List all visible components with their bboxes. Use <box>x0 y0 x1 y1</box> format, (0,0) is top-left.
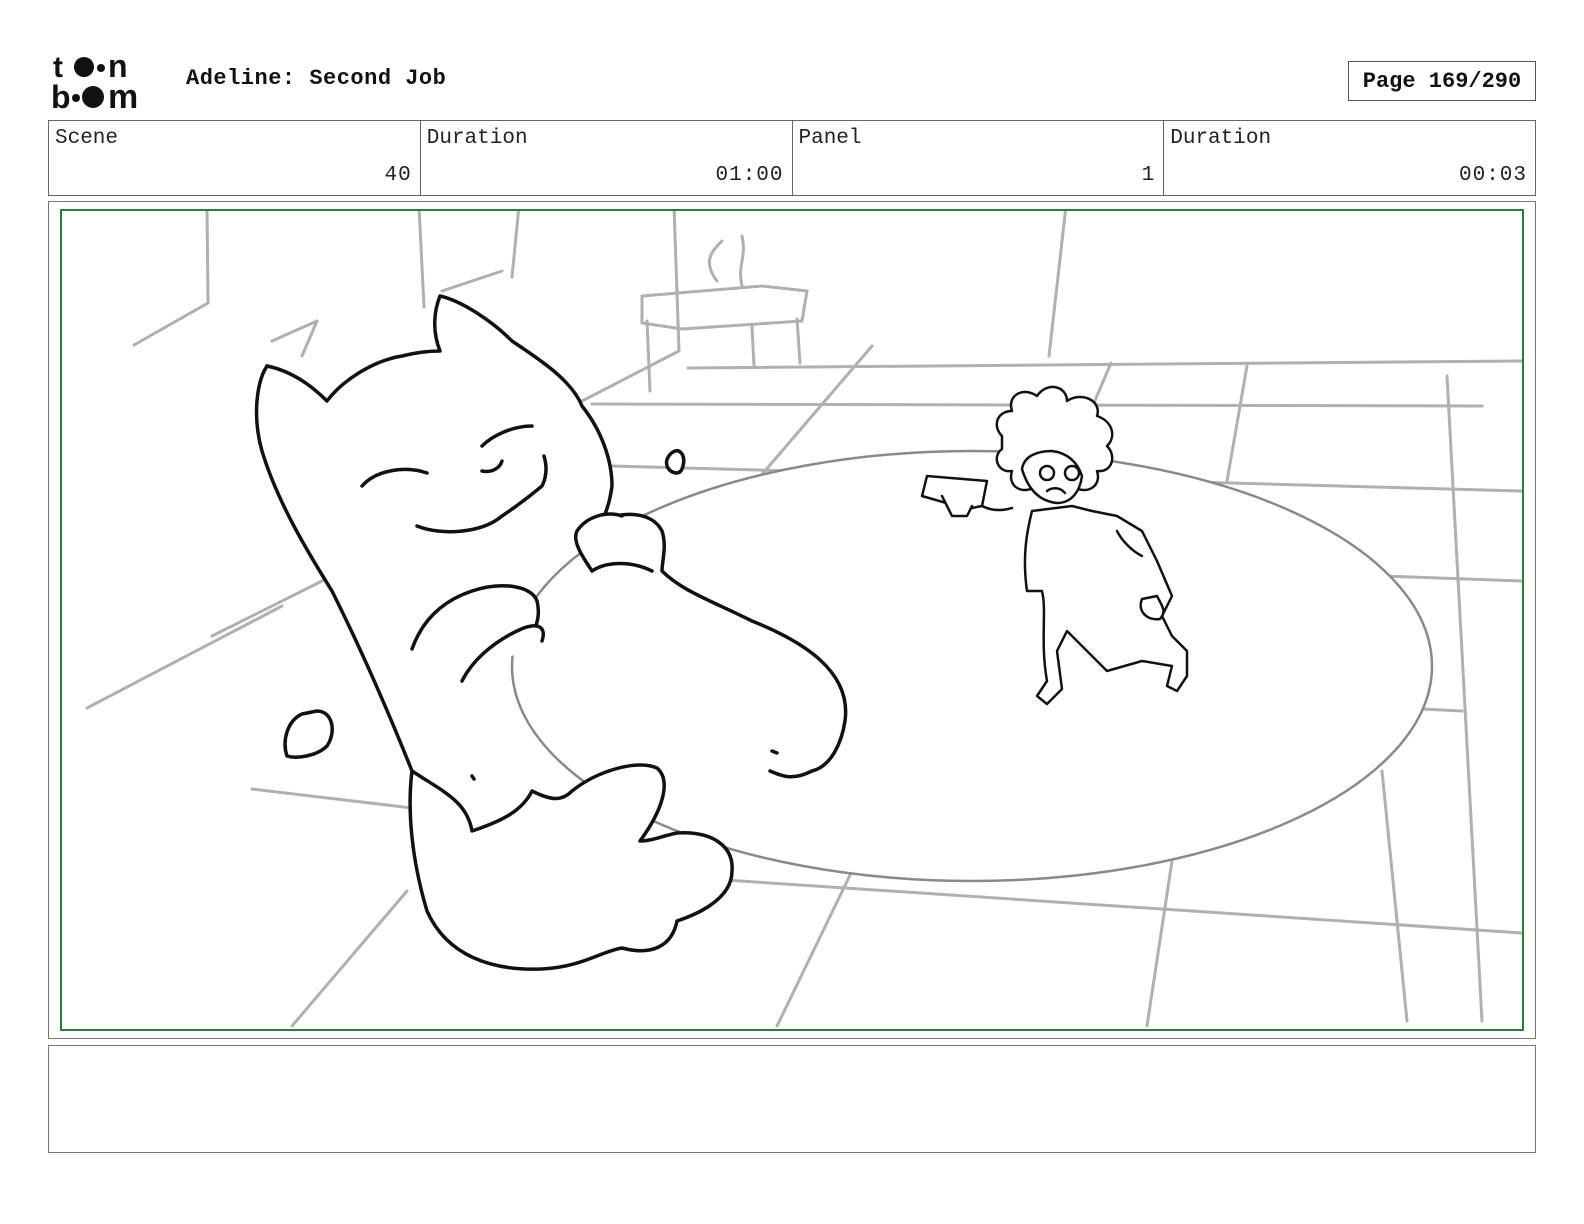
panel-value: 1 <box>1141 164 1156 187</box>
panel-sketch <box>85 211 1522 1028</box>
scene-value: 40 <box>384 164 412 187</box>
panel-duration-value: 00:03 <box>1458 164 1527 187</box>
scene-duration-value: 01:00 <box>715 164 784 187</box>
panel-duration-label: Duration <box>1170 127 1272 150</box>
scene-label: Scene <box>55 127 119 150</box>
scene-cell: Scene 40 <box>49 121 421 195</box>
storyboard-panel <box>60 209 1524 1031</box>
panel-notes-box[interactable] <box>48 1045 1536 1153</box>
panel-cell: Panel 1 <box>793 121 1165 195</box>
panel-duration-cell: Duration 00:03 <box>1164 121 1535 195</box>
svg-text:b: b <box>51 79 71 112</box>
info-row: Scene 40 Duration 01:00 Panel 1 Duration… <box>48 120 1536 196</box>
project-title: Adeline: Second Job <box>186 66 447 91</box>
page-indicator: Page 169/290 <box>1348 61 1536 101</box>
svg-text:m: m <box>108 78 138 112</box>
scene-duration-label: Duration <box>426 127 528 150</box>
toon-boom-logo: t n b m <box>51 50 138 112</box>
scene-duration-cell: Duration 01:00 <box>421 121 793 195</box>
panel-label: Panel <box>798 127 862 150</box>
